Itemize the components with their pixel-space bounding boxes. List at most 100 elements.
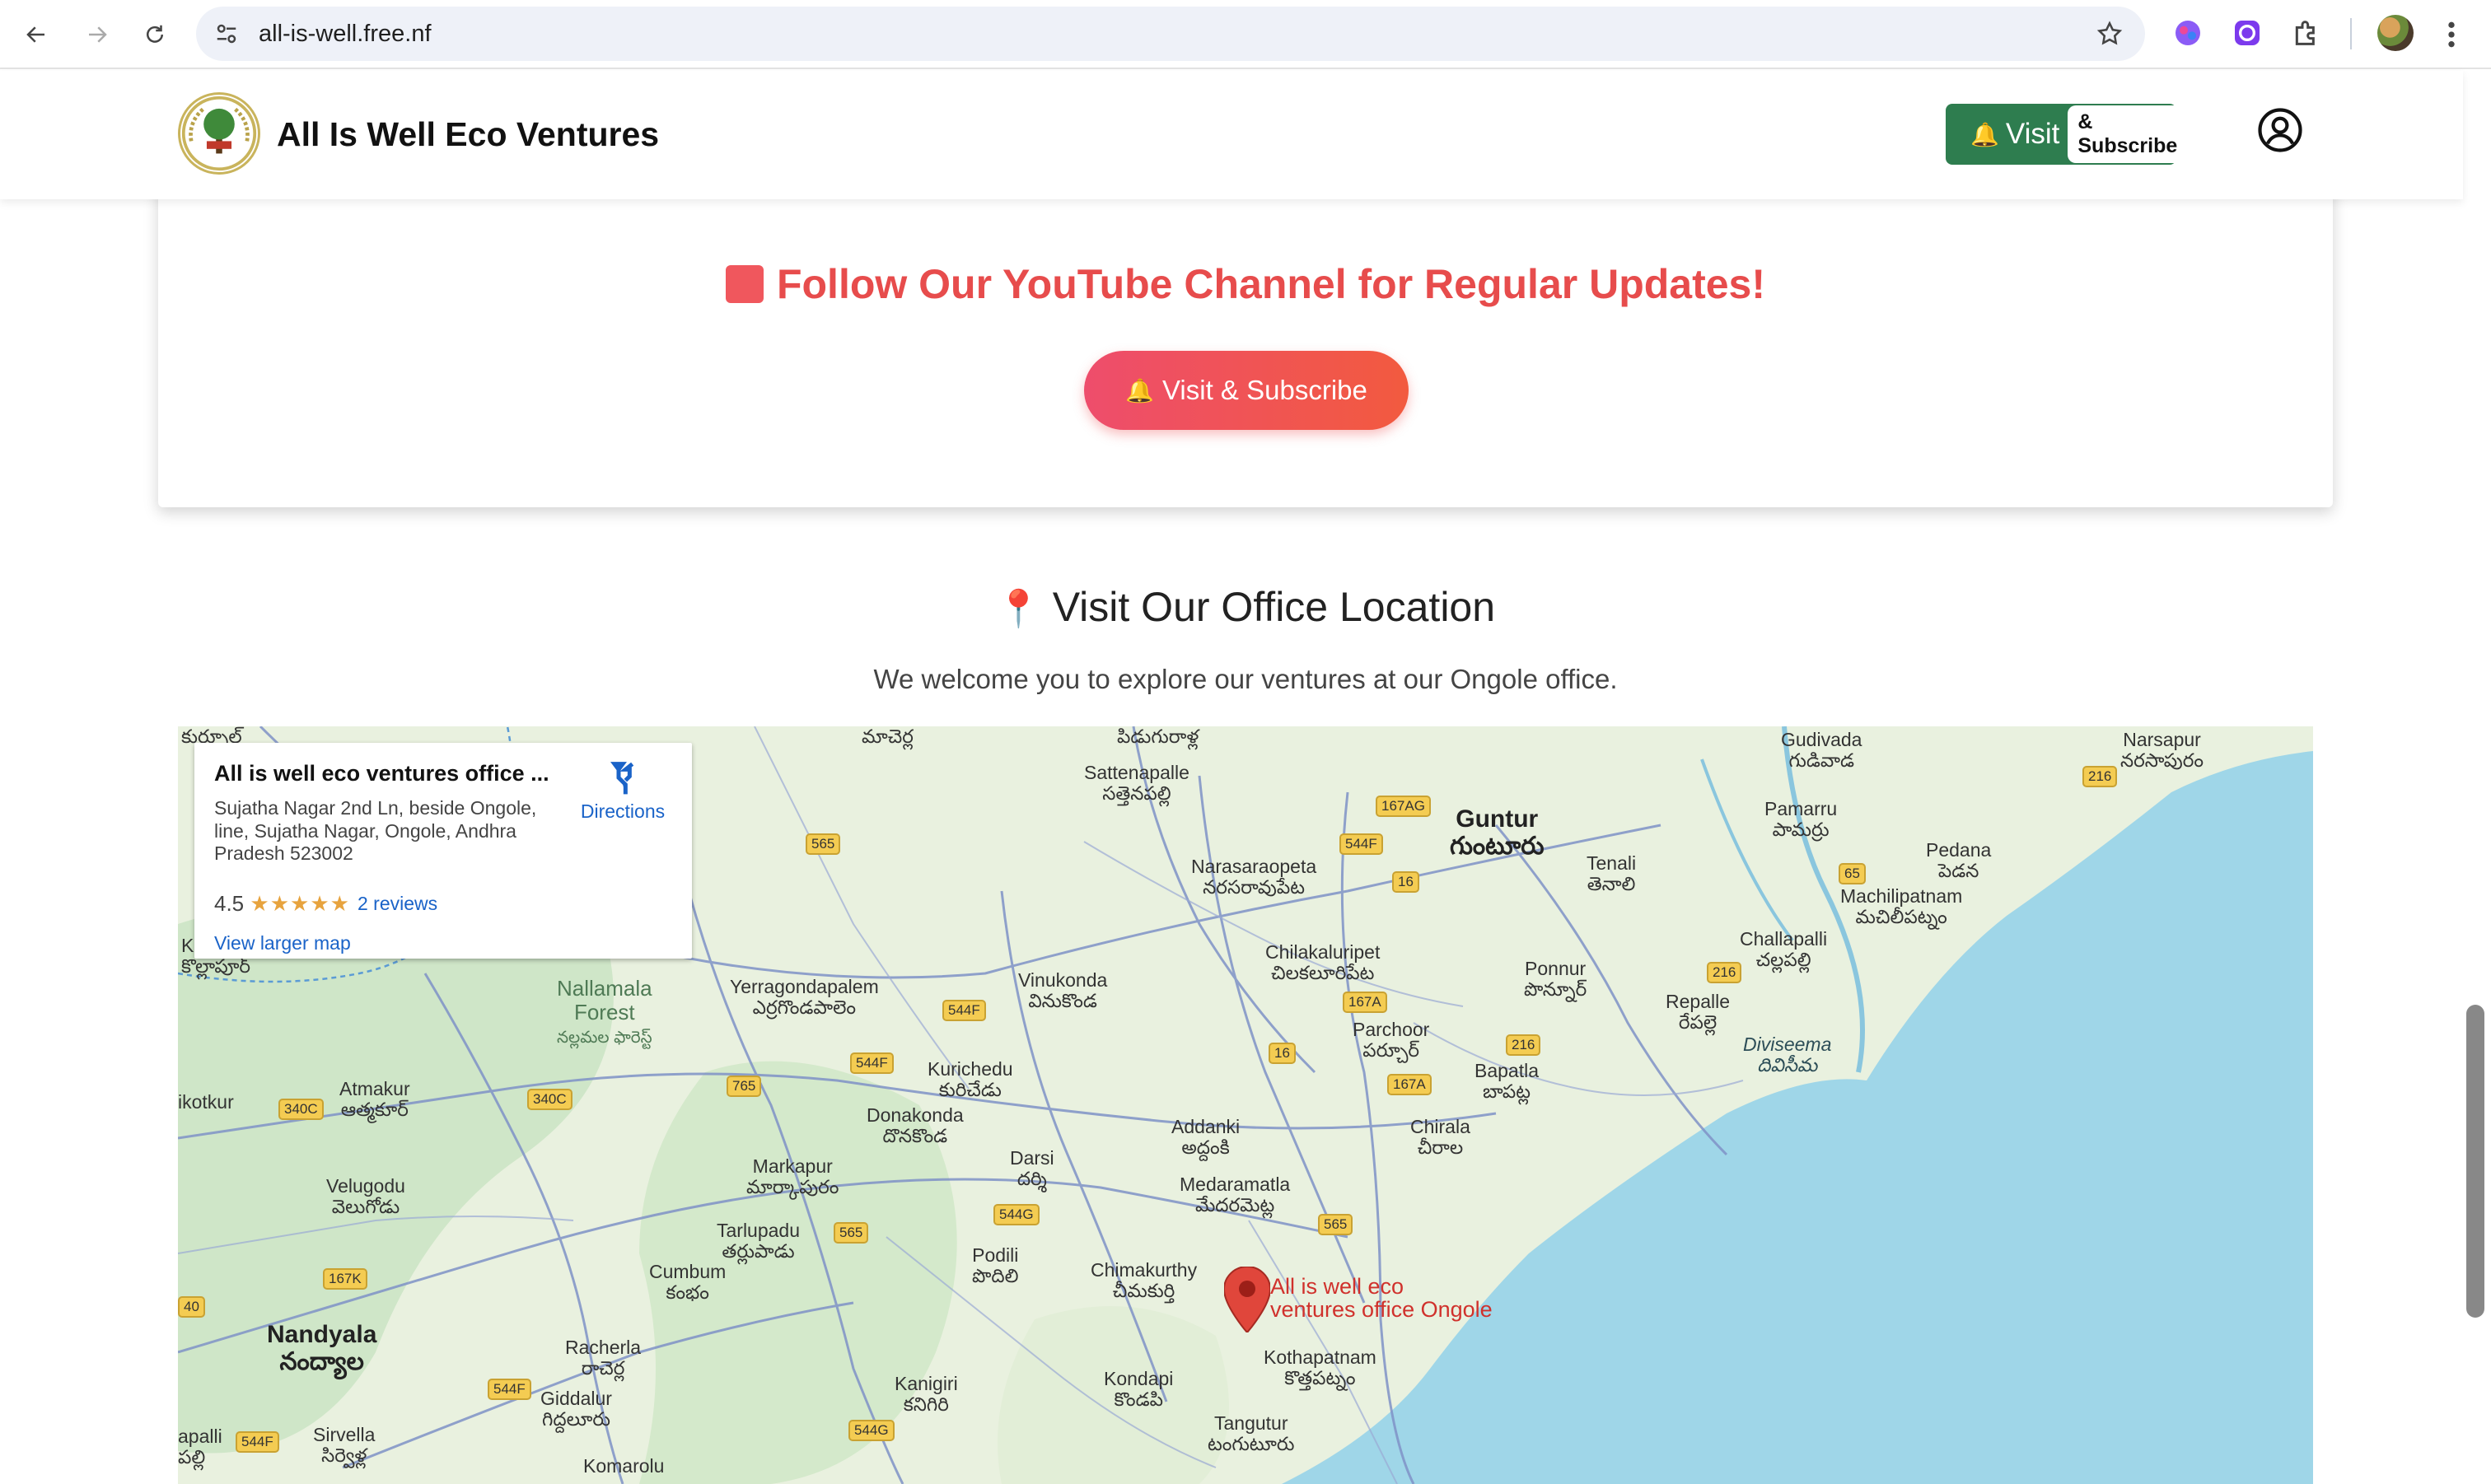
office-location-heading: 📍 Visit Our Office Location [0,583,2491,631]
extension-purple-icon[interactable] [2231,16,2264,49]
place-machilipatnam[interactable]: Machilipatnam మచిలీపట్నం [1840,885,1962,928]
directions-label: Directions [580,800,666,822]
highway-shield: 565 [806,833,841,855]
place-vinukonda[interactable]: Vinukonda వినుకొండ [1018,969,1107,1012]
visit-subscribe-label: Visit & Subscribe [1162,375,1367,405]
highway-shield: 544F [1339,833,1383,855]
place-repalle[interactable]: Repalle రేపల్లె [1666,991,1730,1034]
place-giddalur[interactable]: Giddalur గిద్దలూరు [540,1388,612,1430]
highway-shield: 65 [1839,863,1866,884]
highway-shield: 40 [178,1296,205,1318]
highway-shield: 340C [527,1089,573,1110]
profile-avatar[interactable] [2377,15,2414,51]
marker-label[interactable]: All is well eco ventures office Ongole [1270,1275,1493,1322]
user-account-icon[interactable] [2257,107,2303,153]
highway-shield: 167A [1387,1074,1432,1095]
view-larger-map-link[interactable]: View larger map [214,932,351,954]
place-macherla-te[interactable]: మాచెర్ల [862,726,914,747]
highway-shield: 544F [850,1052,894,1074]
place-bapatla[interactable]: Bapatla బాపట్ల [1475,1060,1539,1103]
place-pamarru[interactable]: Pamarru పామర్రు [1764,798,1837,841]
menu-kebab-icon[interactable] [2443,18,2460,51]
place-guntur[interactable]: Guntur గుంటూరు [1450,805,1544,860]
place-nandyala[interactable]: Nandyala నంద్యాల [267,1321,376,1375]
place-velugodu[interactable]: Velugodu వెలుగోడు [326,1175,405,1218]
forward-icon[interactable] [77,15,117,54]
youtube-promo-card: Follow Our YouTube Channel for Regular U… [158,165,2333,507]
url-text[interactable]: all-is-well.free.nf [259,21,432,48]
page-scrollbar[interactable] [2466,1005,2484,1318]
place-tenali[interactable]: Tenali తెనాలి [1587,852,1636,895]
place-kondapi[interactable]: Kondapi కొండపి [1104,1368,1173,1411]
place-name: All is well eco ventures office ... [214,761,549,786]
place-tarlupadu[interactable]: Tarlupadu తర్లుపాడు [717,1220,800,1262]
directions-icon [610,762,634,795]
place-narasaraopeta[interactable]: Narasaraopeta నరసరావుపేట [1191,856,1316,898]
extension-brain-icon[interactable] [2171,16,2204,49]
place-darsi[interactable]: Darsi దర్శి [1010,1147,1054,1190]
site-info-icon[interactable] [214,21,239,46]
visit-label: Visit [2005,118,2060,150]
office-location-subtitle: We welcome you to explore our ventures a… [873,664,1618,694]
bell-icon: 🔔 [1125,377,1155,404]
place-addanki[interactable]: Addanki అద్దంకి [1171,1116,1240,1159]
back-icon[interactable] [16,15,56,54]
place-gudivada[interactable]: Gudivada గుడివాడ [1781,729,1862,772]
place-tangutur[interactable]: Tangutur టంగుటూరు [1208,1412,1295,1455]
bookmark-star-icon[interactable] [2096,20,2124,48]
brand-name[interactable]: All Is Well Eco Ventures [277,115,659,154]
place-apalli[interactable]: apalli పల్లి [178,1426,222,1468]
subscribe-pill: & Subscribe [2068,105,2188,163]
place-donakonda[interactable]: Donakonda దొనకొండ [867,1104,964,1147]
place-cumbum[interactable]: Cumbum కంభం [649,1261,726,1304]
red-square-icon [725,265,764,303]
location-marker-icon[interactable] [1224,1267,1270,1332]
place-chirala[interactable]: Chirala చీరాల [1410,1116,1470,1159]
google-map-embed[interactable]: Sattenapalle సత్తెనపల్లి Guntur గుంటూరు Na… [178,726,2313,1484]
highway-shield: 565 [1318,1214,1353,1235]
place-nallamala-forest[interactable]: Nallamala Forest నల్లమల ఫారెస్ట్ [557,977,652,1048]
place-chimakurthy[interactable]: Chimakurthy చీమకుర్తి [1091,1259,1197,1302]
highway-shield: 216 [1707,962,1742,983]
address-bar[interactable]: all-is-well.free.nf [196,7,2145,61]
directions-button[interactable]: Directions [573,761,672,823]
reviews-link[interactable]: 2 reviews [358,893,437,915]
place-ikotkur[interactable]: ikotkur [178,1091,234,1113]
place-atmakur[interactable]: Atmakur ఆత్మకూర్ [339,1078,410,1121]
place-racherla[interactable]: Racherla రాచెర్ల [565,1337,641,1379]
visit-subscribe-button[interactable]: 🔔 Visit & Subscribe [1084,351,1409,430]
highway-shield: 216 [2082,766,2118,787]
highway-shield: 544G [848,1420,895,1441]
place-piduguralla-te[interactable]: పిడుగురాళ్ల [1117,726,1199,747]
toolbar-divider [2350,18,2352,49]
highway-shield: 544G [993,1204,1040,1225]
highway-shield: 167AG [1376,796,1431,817]
highway-shield: 565 [834,1222,869,1244]
place-challapalli[interactable]: Challapalli చల్లపల్లి [1740,928,1827,971]
place-markapur[interactable]: Markapur మార్కాపురం [746,1155,839,1198]
bell-icon: 🔔 [1970,121,1999,147]
extensions-puzzle-icon[interactable] [2290,16,2323,49]
place-komarolu[interactable]: Komarolu [583,1455,664,1477]
highway-shield: 544F [942,1000,986,1021]
place-sattenapalle[interactable]: Sattenapalle సత్తెనపల్లి [1084,762,1189,805]
place-kurichedu[interactable]: Kurichedu కురిచేడు [928,1058,1013,1101]
place-pedana[interactable]: Pedana పెడన [1926,839,1991,882]
browser-toolbar: all-is-well.free.nf [0,0,2491,69]
place-kanigiri[interactable]: Kanigiri కనిగిరి [895,1373,958,1416]
place-sirvella[interactable]: Sirvella సిర్వెళ్ల [313,1424,375,1467]
brand-logo[interactable] [178,92,260,175]
place-chilakaluripet[interactable]: Chilakaluripet చిలకలూరిపేట [1265,941,1380,984]
header-visit-subscribe-button[interactable]: 🔔 Visit & Subscribe [1946,104,2188,165]
place-yerragondapalem[interactable]: Yerragondapalem ఎర్రగొండపాలెం [730,976,879,1019]
location-pin-icon: 📍 [995,589,1041,629]
place-diviseema[interactable]: Diviseema దివిసీమ [1743,1034,1831,1076]
highway-shield: 167A [1343,992,1387,1013]
reload-icon[interactable] [135,15,175,54]
place-kothapatnam[interactable]: Kothapatnam కొత్తపట్నం [1264,1346,1376,1389]
place-ponnur[interactable]: Ponnur పొన్నూర్ [1524,958,1587,1001]
place-medaramatla[interactable]: Medaramatla మేదరమెట్ల [1180,1174,1290,1216]
place-parchoor[interactable]: Parchoor పర్చూర్ [1353,1019,1429,1062]
place-narsapur[interactable]: Narsapur నరసాపురం [2120,729,2204,772]
place-podili[interactable]: Podili పొదిలి [972,1244,1019,1287]
